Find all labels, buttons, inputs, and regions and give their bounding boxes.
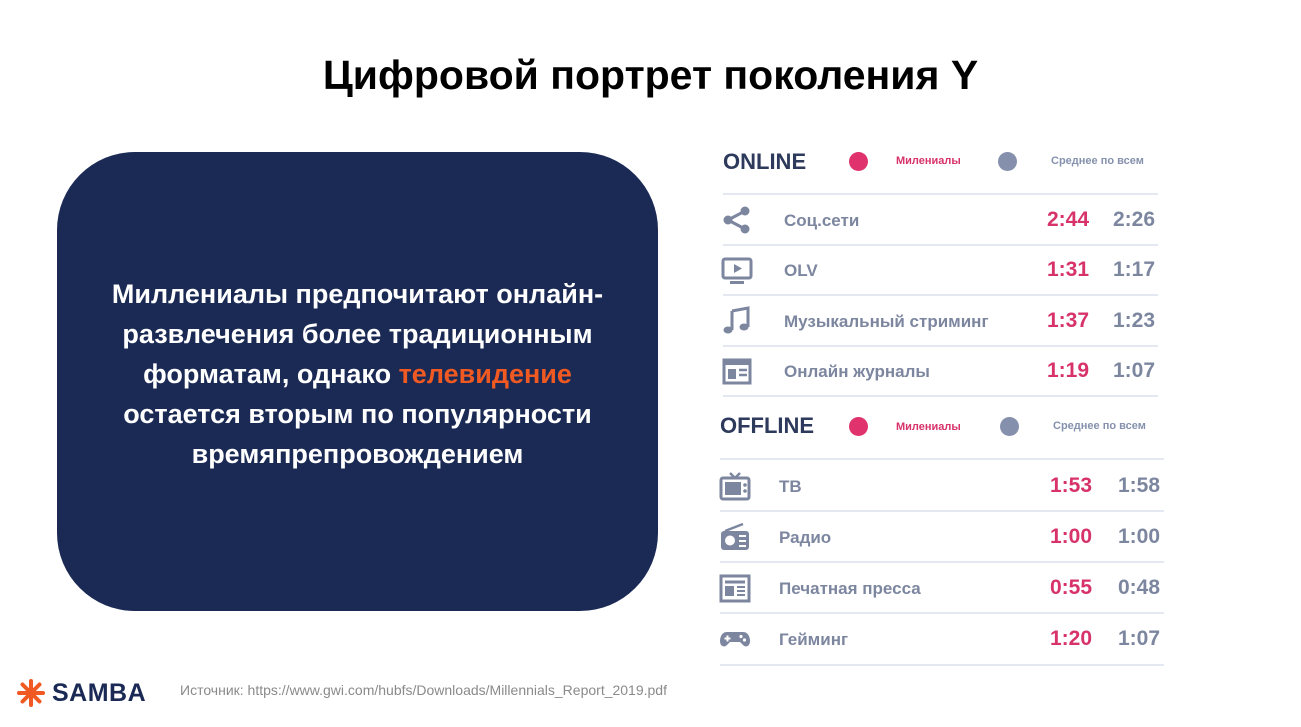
average-value: 1:17 (1113, 258, 1156, 281)
divider (723, 193, 1158, 195)
millennials-value: 1:20 (1050, 627, 1093, 650)
offline-legend-average: Среднее по всем (1053, 420, 1146, 432)
average-value: 1:07 (1118, 627, 1161, 650)
online-row-social: Соц.сети 2:44 2:26 (0, 196, 1301, 244)
samba-logo: SAMBA (16, 678, 146, 708)
divider (723, 395, 1158, 397)
brand-name: SAMBA (52, 678, 147, 707)
video-icon (721, 257, 753, 284)
average-legend-dot (998, 152, 1017, 171)
online-legend-millennials: Милениалы (896, 155, 961, 167)
online-row-music: Музыкальный стриминг 1:37 1:23 (0, 297, 1301, 345)
average-legend-dot (1000, 417, 1019, 436)
source-note: Источник: https://www.gwi.com/hubfs/Down… (180, 682, 667, 698)
average-value: 1:00 (1118, 525, 1161, 548)
magazine-icon (722, 358, 752, 385)
online-row-magazines: Онлайн журналы 1:19 1:07 (0, 347, 1301, 395)
millennials-legend-dot (849, 417, 868, 436)
row-label: ТВ (779, 476, 802, 496)
millennials-value: 1:37 (1047, 309, 1090, 332)
millennials-legend-dot (849, 152, 868, 171)
row-label: OLV (784, 260, 818, 280)
row-label: Музыкальный стриминг (784, 311, 989, 331)
millennials-value: 1:31 (1047, 258, 1090, 281)
share-icon (723, 206, 750, 234)
average-value: 2:26 (1113, 208, 1156, 231)
average-value: 1:07 (1113, 359, 1156, 382)
divider (720, 458, 1164, 460)
row-label: Гейминг (779, 629, 849, 649)
page-title: Цифровой портрет поколения Y (322, 52, 979, 98)
millennials-value: 1:00 (1050, 525, 1093, 548)
divider (720, 664, 1164, 666)
divider (720, 561, 1164, 563)
millennials-value: 0:55 (1050, 576, 1093, 599)
offline-row-radio: Радио 1:00 1:00 (0, 513, 1301, 561)
offline-row-gaming: Гейминг 1:20 1:07 (0, 615, 1301, 663)
millennials-value: 1:19 (1047, 359, 1090, 382)
divider (720, 510, 1164, 512)
online-section-title: ONLINE (723, 149, 807, 174)
tv-icon (719, 472, 751, 501)
divider (720, 612, 1164, 614)
row-label: Радио (779, 527, 832, 547)
offline-row-tv: ТВ 1:53 1:58 (0, 462, 1301, 510)
millennials-value: 1:53 (1050, 474, 1093, 497)
offline-legend-millennials: Милениалы (896, 421, 961, 433)
average-value: 1:58 (1118, 474, 1161, 497)
average-value: 0:48 (1118, 576, 1161, 599)
online-legend-average: Среднее по всем (1051, 155, 1144, 167)
radio-icon (721, 522, 749, 550)
row-label: Онлайн журналы (784, 361, 930, 381)
online-row-olv: OLV 1:31 1:17 (0, 246, 1301, 294)
star-icon (17, 679, 45, 707)
divider (723, 294, 1158, 296)
gamepad-icon (720, 632, 750, 647)
offline-section-title: OFFLINE (720, 413, 815, 438)
offline-row-press: Печатная пресса 0:55 0:48 (0, 564, 1301, 612)
average-value: 1:23 (1113, 309, 1156, 332)
millennials-value: 2:44 (1047, 208, 1090, 231)
row-label: Соц.сети (784, 210, 860, 230)
row-label: Печатная пресса (779, 578, 921, 598)
music-note-icon (723, 306, 750, 334)
newspaper-icon (719, 574, 751, 603)
callout-text-end: остается вторым по популярности времяпре… (123, 398, 592, 469)
